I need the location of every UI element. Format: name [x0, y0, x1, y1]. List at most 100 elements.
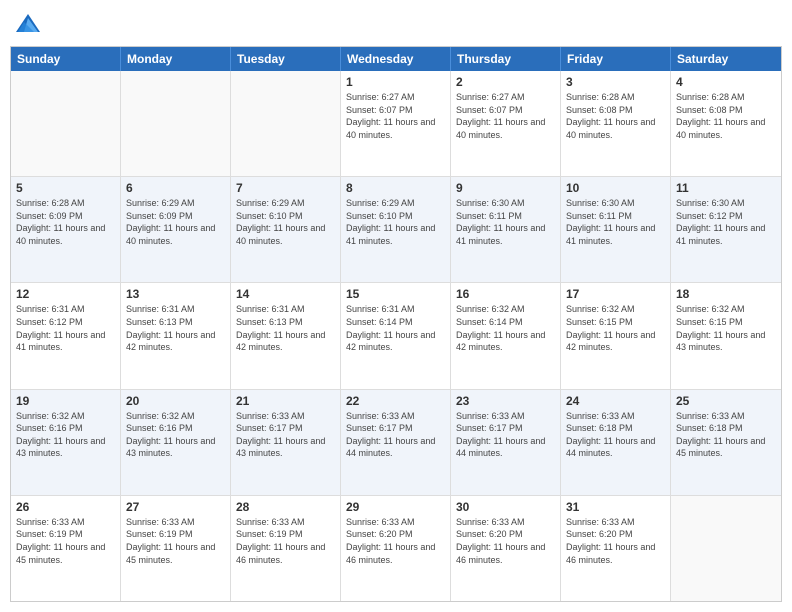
day-info: Sunrise: 6:33 AM Sunset: 6:17 PM Dayligh…	[456, 410, 555, 460]
day-number: 13	[126, 287, 225, 301]
day-number: 19	[16, 394, 115, 408]
day-number: 18	[676, 287, 776, 301]
day-info: Sunrise: 6:28 AM Sunset: 6:08 PM Dayligh…	[566, 91, 665, 141]
logo	[14, 10, 46, 38]
day-cell-14: 14 Sunrise: 6:31 AM Sunset: 6:13 PM Dayli…	[231, 283, 341, 388]
day-info: Sunrise: 6:32 AM Sunset: 6:16 PM Dayligh…	[126, 410, 225, 460]
day-number: 10	[566, 181, 665, 195]
logo-icon	[14, 10, 42, 38]
day-number: 12	[16, 287, 115, 301]
day-cell-9: 9Sunrise: 6:30 AM Sunset: 6:11 PM Daylig…	[451, 177, 561, 282]
header-day-friday: Friday	[561, 47, 671, 71]
day-number: 4	[676, 75, 776, 89]
day-number: 23	[456, 394, 555, 408]
day-number: 28	[236, 500, 335, 514]
day-info: Sunrise: 6:33 AM Sunset: 6:20 PM Dayligh…	[346, 516, 445, 566]
day-info: Sunrise: 6:32 AM Sunset: 6:14 PM Dayligh…	[456, 303, 555, 353]
day-cell-7: 7Sunrise: 6:29 AM Sunset: 6:10 PM Daylig…	[231, 177, 341, 282]
day-info: Sunrise: 6:27 AM Sunset: 6:07 PM Dayligh…	[456, 91, 555, 141]
day-number: 26	[16, 500, 115, 514]
day-cell-20: 20 Sunrise: 6:32 AM Sunset: 6:16 PM Dayli…	[121, 390, 231, 495]
day-info: Sunrise: 6:33 AM Sunset: 6:20 PM Dayligh…	[456, 516, 555, 566]
day-cell-5: 5 Sunrise: 6:28 AM Sunset: 6:09 PM Daylig…	[11, 177, 121, 282]
day-cell-28: 28 Sunrise: 6:33 AM Sunset: 6:19 PM Dayli…	[231, 496, 341, 601]
day-number: 20	[126, 394, 225, 408]
day-info: Sunrise: 6:33 AM Sunset: 6:17 PM Dayligh…	[236, 410, 335, 460]
day-number: 27	[126, 500, 225, 514]
day-cell-24: 24Sunrise: 6:33 AM Sunset: 6:18 PM Dayli…	[561, 390, 671, 495]
day-cell-3: 3 Sunrise: 6:28 AM Sunset: 6:08 PM Daylig…	[561, 71, 671, 176]
empty-cell	[121, 71, 231, 176]
day-number: 22	[346, 394, 445, 408]
header-day-tuesday: Tuesday	[231, 47, 341, 71]
header-day-monday: Monday	[121, 47, 231, 71]
day-cell-27: 27 Sunrise: 6:33 AM Sunset: 6:19 PM Dayli…	[121, 496, 231, 601]
day-info: Sunrise: 6:33 AM Sunset: 6:19 PM Dayligh…	[126, 516, 225, 566]
day-info: Sunrise: 6:33 AM Sunset: 6:18 PM Dayligh…	[566, 410, 665, 460]
day-number: 6	[126, 181, 225, 195]
day-info: Sunrise: 6:33 AM Sunset: 6:18 PM Dayligh…	[676, 410, 776, 460]
day-cell-2: 2 Sunrise: 6:27 AM Sunset: 6:07 PM Daylig…	[451, 71, 561, 176]
day-cell-31: 31 Sunrise: 6:33 AM Sunset: 6:20 PM Dayli…	[561, 496, 671, 601]
day-info: Sunrise: 6:27 AM Sunset: 6:07 PM Dayligh…	[346, 91, 445, 141]
day-cell-23: 23 Sunrise: 6:33 AM Sunset: 6:17 PM Dayli…	[451, 390, 561, 495]
day-info: Sunrise: 6:29 AM Sunset: 6:10 PM Dayligh…	[346, 197, 445, 247]
day-info: Sunrise: 6:32 AM Sunset: 6:16 PM Dayligh…	[16, 410, 115, 460]
day-number: 2	[456, 75, 555, 89]
calendar-body: 1Sunrise: 6:27 AM Sunset: 6:07 PM Daylig…	[11, 71, 781, 601]
day-number: 25	[676, 394, 776, 408]
day-cell-26: 26 Sunrise: 6:33 AM Sunset: 6:19 PM Dayli…	[11, 496, 121, 601]
day-cell-10: 10 Sunrise: 6:30 AM Sunset: 6:11 PM Dayli…	[561, 177, 671, 282]
day-number: 7	[236, 181, 335, 195]
day-number: 16	[456, 287, 555, 301]
day-number: 21	[236, 394, 335, 408]
day-cell-12: 12Sunrise: 6:31 AM Sunset: 6:12 PM Dayli…	[11, 283, 121, 388]
day-info: Sunrise: 6:33 AM Sunset: 6:20 PM Dayligh…	[566, 516, 665, 566]
day-number: 17	[566, 287, 665, 301]
day-number: 14	[236, 287, 335, 301]
page: SundayMondayTuesdayWednesdayThursdayFrid…	[0, 0, 792, 612]
day-info: Sunrise: 6:28 AM Sunset: 6:08 PM Dayligh…	[676, 91, 776, 141]
day-cell-22: 22 Sunrise: 6:33 AM Sunset: 6:17 PM Dayli…	[341, 390, 451, 495]
day-number: 15	[346, 287, 445, 301]
week-row-2: 5 Sunrise: 6:28 AM Sunset: 6:09 PM Daylig…	[11, 177, 781, 283]
day-cell-19: 19 Sunrise: 6:32 AM Sunset: 6:16 PM Dayli…	[11, 390, 121, 495]
day-info: Sunrise: 6:30 AM Sunset: 6:11 PM Dayligh…	[566, 197, 665, 247]
day-info: Sunrise: 6:33 AM Sunset: 6:17 PM Dayligh…	[346, 410, 445, 460]
day-cell-16: 16 Sunrise: 6:32 AM Sunset: 6:14 PM Dayli…	[451, 283, 561, 388]
empty-cell	[231, 71, 341, 176]
day-cell-17: 17Sunrise: 6:32 AM Sunset: 6:15 PM Dayli…	[561, 283, 671, 388]
day-cell-8: 8 Sunrise: 6:29 AM Sunset: 6:10 PM Daylig…	[341, 177, 451, 282]
day-info: Sunrise: 6:28 AM Sunset: 6:09 PM Dayligh…	[16, 197, 115, 247]
day-info: Sunrise: 6:31 AM Sunset: 6:13 PM Dayligh…	[126, 303, 225, 353]
day-number: 3	[566, 75, 665, 89]
day-number: 5	[16, 181, 115, 195]
week-row-5: 26 Sunrise: 6:33 AM Sunset: 6:19 PM Dayli…	[11, 496, 781, 601]
day-cell-18: 18Sunrise: 6:32 AM Sunset: 6:15 PM Dayli…	[671, 283, 781, 388]
header-day-thursday: Thursday	[451, 47, 561, 71]
day-number: 8	[346, 181, 445, 195]
week-row-3: 12Sunrise: 6:31 AM Sunset: 6:12 PM Dayli…	[11, 283, 781, 389]
day-info: Sunrise: 6:30 AM Sunset: 6:12 PM Dayligh…	[676, 197, 776, 247]
empty-cell	[11, 71, 121, 176]
calendar: SundayMondayTuesdayWednesdayThursdayFrid…	[10, 46, 782, 602]
day-number: 31	[566, 500, 665, 514]
day-info: Sunrise: 6:31 AM Sunset: 6:13 PM Dayligh…	[236, 303, 335, 353]
header	[10, 10, 782, 38]
day-info: Sunrise: 6:29 AM Sunset: 6:09 PM Dayligh…	[126, 197, 225, 247]
day-info: Sunrise: 6:33 AM Sunset: 6:19 PM Dayligh…	[16, 516, 115, 566]
day-number: 29	[346, 500, 445, 514]
week-row-1: 1Sunrise: 6:27 AM Sunset: 6:07 PM Daylig…	[11, 71, 781, 177]
header-day-saturday: Saturday	[671, 47, 781, 71]
day-cell-4: 4 Sunrise: 6:28 AM Sunset: 6:08 PM Daylig…	[671, 71, 781, 176]
day-cell-30: 30 Sunrise: 6:33 AM Sunset: 6:20 PM Dayli…	[451, 496, 561, 601]
day-number: 30	[456, 500, 555, 514]
day-number: 9	[456, 181, 555, 195]
day-cell-13: 13 Sunrise: 6:31 AM Sunset: 6:13 PM Dayli…	[121, 283, 231, 388]
day-info: Sunrise: 6:33 AM Sunset: 6:19 PM Dayligh…	[236, 516, 335, 566]
header-day-sunday: Sunday	[11, 47, 121, 71]
day-cell-11: 11Sunrise: 6:30 AM Sunset: 6:12 PM Dayli…	[671, 177, 781, 282]
day-cell-21: 21 Sunrise: 6:33 AM Sunset: 6:17 PM Dayli…	[231, 390, 341, 495]
day-cell-15: 15Sunrise: 6:31 AM Sunset: 6:14 PM Dayli…	[341, 283, 451, 388]
empty-cell	[671, 496, 781, 601]
